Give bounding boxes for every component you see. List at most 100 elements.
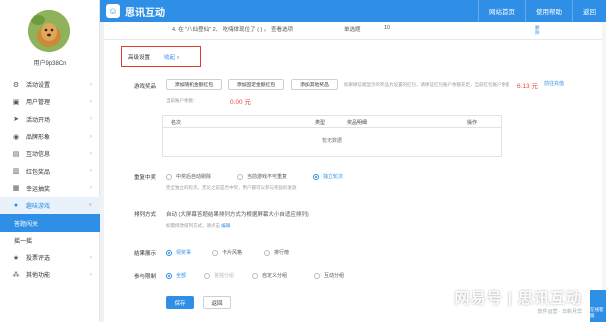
sidebar-item-user-management[interactable]: ▣ 用户管理 › bbox=[0, 93, 100, 110]
radio-participation-all[interactable]: 全部 bbox=[166, 272, 186, 279]
question-delete-link[interactable]: 删 除 bbox=[535, 25, 540, 35]
top-bar: ☺ 思讯互动 网站首页 使用帮助 返回 bbox=[100, 0, 606, 22]
account-balance-note: 当前账户余额： bbox=[166, 98, 198, 103]
col-type: 类型 bbox=[315, 120, 326, 126]
game-prize-label: 游戏奖品 bbox=[134, 84, 157, 90]
send-icon: ➤ bbox=[13, 116, 19, 124]
radio-independent-round[interactable]: 独立轮次 bbox=[313, 173, 343, 180]
chevron-right-icon: › bbox=[90, 116, 92, 123]
radio-participation-interactive-group[interactable]: 互动分组 bbox=[314, 272, 344, 279]
participation-label: 参与限制 bbox=[134, 274, 157, 280]
chevron-right-icon: › bbox=[90, 185, 92, 192]
home-link[interactable]: 网站首页 bbox=[478, 0, 525, 22]
brand-logo[interactable]: ☺ 思讯互动 bbox=[106, 4, 165, 19]
add-random-red-packet-button[interactable]: 添加随机金额红包 bbox=[166, 79, 222, 90]
sidebar-item-lottery[interactable]: ▦ 幸运抽奖 › bbox=[0, 180, 100, 197]
watermark: 网易号 | 思讯互动 软件运营 · 日新月异 bbox=[454, 287, 582, 315]
prize-table-empty: 暂无数据 bbox=[321, 138, 342, 144]
sidebar-item-label: 答题闯关 bbox=[14, 221, 39, 228]
add-fixed-red-packet-button[interactable]: 添加固定金额红包 bbox=[228, 79, 284, 90]
radio-result-winners[interactable]: 领奖事 bbox=[166, 249, 191, 256]
sidebar-item-label: 活动设置 bbox=[26, 83, 51, 90]
radio-result-card[interactable]: 卡片风格 bbox=[212, 249, 242, 256]
radio-circle bbox=[212, 249, 218, 256]
sidebar-item-label: 用户管理 bbox=[26, 100, 51, 107]
repeat-winning-label: 重复中奖 bbox=[134, 175, 157, 181]
top-links: 网站首页 使用帮助 返回 bbox=[478, 0, 606, 22]
radio-label: 领奖事 bbox=[176, 250, 192, 256]
recharge-link[interactable]: 前往充值 bbox=[544, 80, 564, 87]
chevron-right-icon: › bbox=[90, 133, 92, 140]
main-panel: 4. 在 "八仙登仙" 2、 吃嗨体现位了 ( ) 。 查看选项 单选题 10 … bbox=[104, 22, 602, 322]
sidebar-nav: ⚙ 活动设置 › ▣ 用户管理 › ➤ 活动开场 › ◉ 品牌形象 › ▤ 互动 bbox=[0, 76, 100, 284]
radio-circle bbox=[314, 272, 320, 279]
chevron-right-icon: › bbox=[90, 254, 92, 261]
question-score: 10 bbox=[384, 25, 391, 31]
online-service-button[interactable]: 在线客服 bbox=[590, 290, 606, 322]
chevron-right-icon: › bbox=[90, 81, 92, 88]
radio-circle bbox=[166, 249, 172, 256]
radio-circle bbox=[264, 249, 270, 256]
col-rank: 名次 bbox=[171, 120, 182, 126]
radio-label: 卡片风格 bbox=[222, 250, 243, 256]
ranking-hint: 如需修改排列方式，请点击 编辑 bbox=[166, 223, 230, 229]
sidebar-item-interaction-info[interactable]: ▤ 互动信息 › bbox=[0, 145, 100, 162]
chevron-down-icon: ˅ bbox=[88, 202, 92, 209]
sidebar: 用户9p38Cn ⚙ 活动设置 › ▣ 用户管理 › ➤ 活动开场 › ◉ 品牌… bbox=[0, 0, 100, 322]
radio-circle bbox=[166, 272, 172, 279]
radio-circle bbox=[313, 173, 319, 180]
scrollbar-track[interactable] bbox=[602, 22, 606, 322]
radio-label: 独立轮次 bbox=[323, 174, 344, 180]
radio-participation-quiz-group[interactable]: 答题分组 bbox=[204, 272, 234, 279]
repeat-winning-hint: 完全独立的轮次，无论之前是否中奖，用户都可以参与奖励的发放 bbox=[166, 185, 297, 190]
avatar[interactable] bbox=[28, 10, 70, 52]
add-other-prize-button[interactable]: 添加其他奖品 bbox=[291, 79, 338, 90]
sidebar-item-label: 品牌形象 bbox=[26, 135, 51, 142]
radio-label: 中奖后自动剔除 bbox=[176, 174, 212, 180]
radio-result-leaderboard[interactable]: 排行榜 bbox=[264, 249, 289, 256]
ranking-edit-link[interactable]: 编辑 bbox=[221, 223, 230, 228]
sidebar-item-label: 摇一摇 bbox=[14, 238, 33, 245]
sidebar-item-voting[interactable]: ★ 投票评选 › bbox=[0, 249, 100, 266]
radio-auto-remove[interactable]: 中奖后自动剔除 bbox=[166, 173, 211, 180]
sidebar-item-label: 趣味游戏 bbox=[26, 204, 51, 211]
radio-participation-custom-group[interactable]: 自定义分组 bbox=[252, 272, 287, 279]
ranking-hint-text: 如需修改排列方式，请点击 bbox=[166, 223, 222, 228]
prize-table-header: 名次 类型 奖品明细 操作 bbox=[163, 116, 501, 128]
question-row: 4. 在 "八仙登仙" 2、 吃嗨体现位了 ( ) 。 查看选项 单选题 10 … bbox=[104, 22, 602, 40]
sidebar-item-activity-settings[interactable]: ⚙ 活动设置 › bbox=[0, 76, 100, 93]
star-icon: ★ bbox=[12, 254, 20, 262]
radio-circle bbox=[204, 272, 210, 279]
save-button[interactable]: 保存 bbox=[166, 296, 194, 309]
chevron-right-icon: › bbox=[90, 150, 92, 157]
sidebar-item-red-packet[interactable]: ▥ 红包奖品 › bbox=[0, 162, 100, 179]
radio-no-repeat[interactable]: 当前游戏不可重复 bbox=[237, 173, 287, 180]
radio-label: 互动分组 bbox=[324, 273, 345, 279]
sidebar-item-label: 幸运抽奖 bbox=[26, 186, 51, 193]
more-icon: ⁂ bbox=[12, 271, 20, 279]
back-link[interactable]: 返回 bbox=[572, 0, 606, 22]
gear-icon: ⚙ bbox=[12, 81, 20, 89]
sidebar-item-fun-games[interactable]: ● 趣味游戏 ˅ bbox=[0, 197, 100, 215]
radio-label: 答题分组 bbox=[214, 273, 235, 279]
result-display-label: 结果展示 bbox=[134, 251, 157, 257]
back-button[interactable]: 返回 bbox=[203, 296, 231, 309]
ranking-label: 排列方式 bbox=[134, 212, 157, 218]
app: 用户9p38Cn ⚙ 活动设置 › ▣ 用户管理 › ➤ 活动开场 › ◉ 品牌… bbox=[0, 0, 606, 322]
advanced-collapse-toggle[interactable]: 收起 ˄ bbox=[164, 53, 180, 61]
message-icon: ▤ bbox=[12, 150, 20, 158]
col-prize-detail: 奖品明细 bbox=[347, 120, 368, 126]
sidebar-item-brand-image[interactable]: ◉ 品牌形象 › bbox=[0, 128, 100, 145]
radio-label: 自定义分组 bbox=[262, 273, 288, 279]
sidebar-item-activity-start[interactable]: ➤ 活动开场 › bbox=[0, 111, 100, 128]
gift-icon: ▥ bbox=[12, 168, 20, 176]
user-icon: ▣ bbox=[12, 98, 20, 106]
radio-label: 排行榜 bbox=[274, 250, 290, 256]
sidebar-item-other[interactable]: ⁂ 其他功能 › bbox=[0, 266, 100, 283]
game-icon: ● bbox=[13, 202, 19, 210]
sidebar-subitem-shake[interactable]: 摇一摇 bbox=[0, 232, 100, 249]
chevron-right-icon: › bbox=[90, 168, 92, 175]
help-link[interactable]: 使用帮助 bbox=[525, 0, 572, 22]
radio-circle bbox=[237, 173, 243, 180]
sidebar-subitem-quiz[interactable]: 答题闯关 bbox=[0, 214, 100, 232]
